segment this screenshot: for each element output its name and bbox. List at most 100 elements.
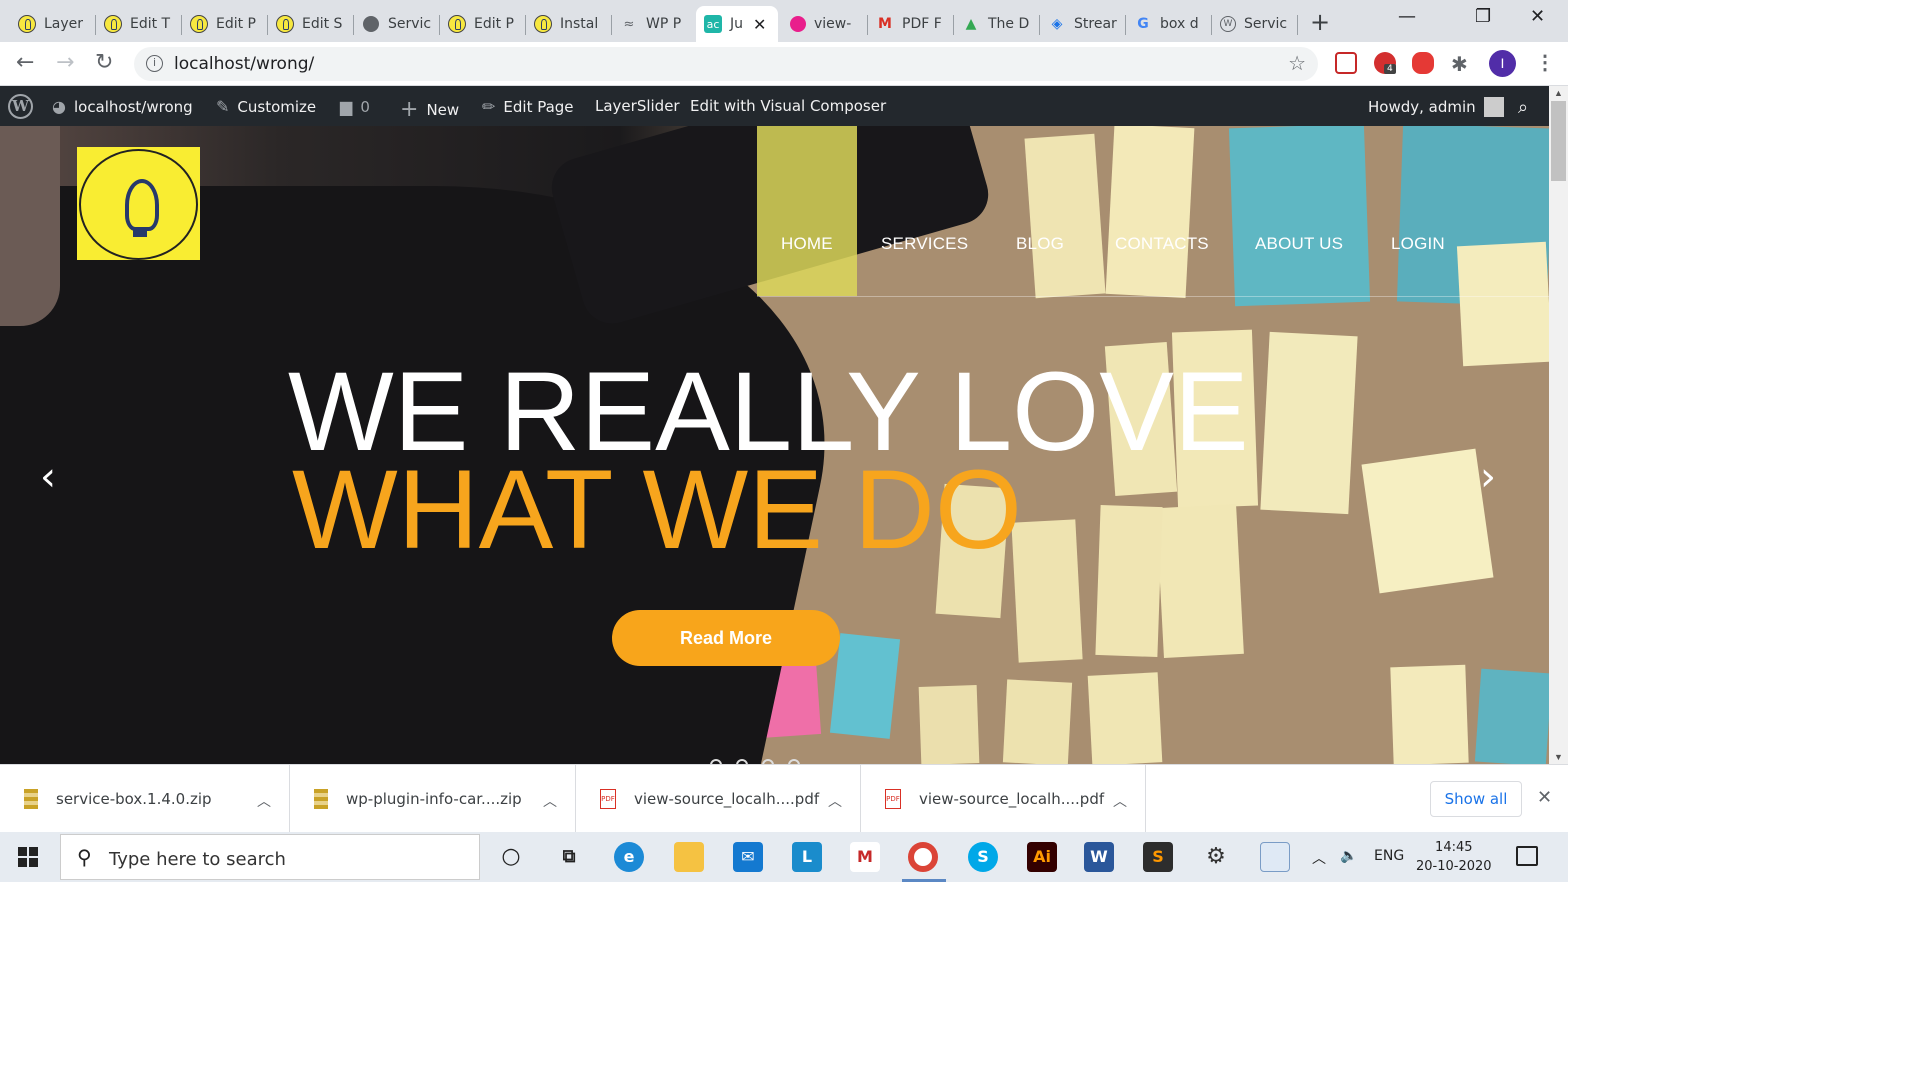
restore-icon[interactable]: ❐ [1475, 6, 1491, 27]
tab-title: Servic [1244, 16, 1288, 32]
download-item[interactable]: PDF view-source_localh....pdf ︿ [576, 765, 861, 833]
sticky-note [1105, 126, 1195, 298]
wordpress-logo-icon[interactable]: W [8, 94, 33, 119]
close-tab-icon[interactable]: ✕ [753, 15, 766, 34]
browser-tab[interactable]: view- [782, 6, 868, 42]
chevron-up-icon[interactable]: ︿ [257, 791, 271, 811]
globe-icon [362, 15, 380, 33]
minimize-icon[interactable]: — [1398, 6, 1416, 27]
browser-tab[interactable]: Layer [10, 6, 96, 42]
file-explorer-icon[interactable] [674, 842, 704, 872]
sticky-note [1456, 241, 1549, 367]
menu-item-home[interactable]: HOME [781, 234, 833, 254]
menu-item-contacts[interactable]: CONTACTS [1115, 234, 1209, 254]
menu-item-login[interactable]: LOGIN [1391, 234, 1445, 254]
admin-bar-layerslider[interactable]: LayerSlider [595, 97, 680, 115]
tab-title: Layer [44, 16, 84, 32]
bookmark-star-icon[interactable]: ☆ [1288, 51, 1306, 76]
document-app-icon[interactable] [1260, 842, 1290, 872]
taskbar-clock[interactable]: 14:45 20-10-2020 [1416, 838, 1492, 876]
menu-item-about-us[interactable]: ABOUT US [1255, 234, 1343, 254]
browser-tab[interactable]: Edit P [440, 6, 526, 42]
browser-tab[interactable]: ≈ WP P [612, 6, 696, 42]
cortana-icon[interactable]: ○ [496, 842, 526, 872]
address-bar[interactable]: i localhost/wrong/ ☆ [134, 47, 1318, 81]
tab-title: Strear [1074, 16, 1117, 32]
mail-icon[interactable]: ✉ [733, 842, 763, 872]
site-info-icon[interactable]: i [146, 55, 163, 72]
scroll-down-icon[interactable]: ▼ [1554, 752, 1563, 762]
reload-icon[interactable]: ↻ [95, 50, 113, 75]
browser-tab[interactable]: Edit S [268, 6, 354, 42]
browser-tab[interactable]: Edit T [96, 6, 182, 42]
menu-divider [757, 296, 1549, 297]
word-icon[interactable]: W [1084, 842, 1114, 872]
admin-bar-visual-composer[interactable]: Edit with Visual Composer [690, 97, 886, 115]
browser-tab[interactable]: G box d [1126, 6, 1212, 42]
chevron-up-icon[interactable]: ︿ [1113, 791, 1127, 811]
bulb-icon [276, 15, 294, 33]
l-app-icon[interactable]: L [792, 842, 822, 872]
task-view-icon[interactable]: ⧉ [554, 842, 584, 872]
admin-bar-customize[interactable]: ✎ Customize [216, 97, 316, 116]
forward-arrow-icon[interactable]: → [56, 50, 74, 75]
admin-bar-edit-page[interactable]: ✏ Edit Page [482, 97, 574, 116]
settings-gear-icon[interactable]: ⚙ [1201, 842, 1231, 872]
browser-tab[interactable]: M PDF F [868, 6, 954, 42]
slider-prev-arrow-icon[interactable]: ‹ [40, 454, 56, 500]
browser-tab[interactable]: ◈ Strear [1040, 6, 1126, 42]
gmail-icon: M [878, 16, 892, 32]
sticky-note [1156, 504, 1244, 658]
close-icon[interactable]: ✕ [1537, 787, 1552, 808]
menu-item-services[interactable]: SERVICES [881, 234, 968, 254]
adblock-extension-icon[interactable]: 4 [1374, 52, 1396, 74]
edge-icon[interactable]: e [614, 842, 644, 872]
scroll-up-icon[interactable]: ▲ [1554, 88, 1563, 98]
browser-tab[interactable]: Edit P [182, 6, 268, 42]
page-scrollbar[interactable]: ▲ ▼ [1549, 86, 1568, 764]
site-logo[interactable] [77, 147, 200, 260]
admin-bar-site[interactable]: ◕ localhost/wrong [52, 97, 193, 116]
admin-bar-new[interactable]: + New [400, 97, 459, 122]
volume-icon[interactable]: 🔈 [1340, 848, 1357, 864]
chrome-icon[interactable] [908, 842, 938, 872]
mcafee-icon[interactable]: M [850, 842, 880, 872]
chevron-up-icon[interactable]: ︿ [828, 791, 842, 811]
show-all-button[interactable]: Show all [1430, 781, 1522, 817]
admin-bar-account[interactable]: Howdy, admin [1368, 97, 1504, 117]
download-item[interactable]: service-box.1.4.0.zip ︿ [0, 765, 290, 833]
download-item[interactable]: PDF view-source_localh....pdf ︿ [861, 765, 1146, 833]
clock-time: 14:45 [1435, 840, 1473, 855]
illustrator-icon[interactable]: Ai [1027, 842, 1057, 872]
browser-tab-active[interactable]: ac Ju ✕ [696, 6, 778, 42]
browser-tab[interactable]: Servic [354, 6, 440, 42]
menu-item-blog[interactable]: BLOG [1016, 234, 1064, 254]
tray-chevron-up-icon[interactable]: ︿ [1312, 848, 1326, 868]
windows-start-icon[interactable] [18, 847, 38, 867]
download-item[interactable]: wp-plugin-info-car....zip ︿ [290, 765, 576, 833]
stop-extension-icon[interactable] [1412, 52, 1434, 74]
slider-next-arrow-icon[interactable]: › [1480, 454, 1496, 500]
clock-date: 20-10-2020 [1416, 859, 1492, 874]
browser-tab[interactable]: ▲ The D [954, 6, 1040, 42]
pocket-extension-icon[interactable] [1335, 52, 1357, 74]
sublime-icon[interactable]: S [1143, 842, 1173, 872]
read-more-button[interactable]: Read More [612, 610, 840, 666]
new-tab-button[interactable]: + [1310, 8, 1330, 36]
admin-bar-comments[interactable]: ▆ 0 [340, 97, 370, 116]
notification-center-icon[interactable] [1516, 846, 1538, 866]
puzzle-icon[interactable]: ✱ [1451, 52, 1473, 76]
chevron-up-icon[interactable]: ︿ [543, 791, 557, 811]
language-indicator[interactable]: ENG [1374, 848, 1404, 864]
profile-avatar[interactable]: I [1489, 50, 1516, 77]
browser-tab[interactable]: Instal [526, 6, 612, 42]
scrollbar-thumb[interactable] [1551, 101, 1566, 181]
skype-icon[interactable]: S [968, 842, 998, 872]
address-url[interactable]: localhost/wrong/ [174, 54, 314, 74]
taskbar-search-input[interactable]: ⚲ Type here to search [60, 834, 480, 880]
window-close-icon[interactable]: ✕ [1530, 6, 1545, 27]
back-arrow-icon[interactable]: ← [16, 50, 34, 75]
browser-menu-icon[interactable]: ⋮ [1535, 50, 1555, 75]
search-icon[interactable]: ⌕ [1518, 97, 1528, 118]
browser-tab[interactable]: W Servic [1212, 6, 1298, 42]
